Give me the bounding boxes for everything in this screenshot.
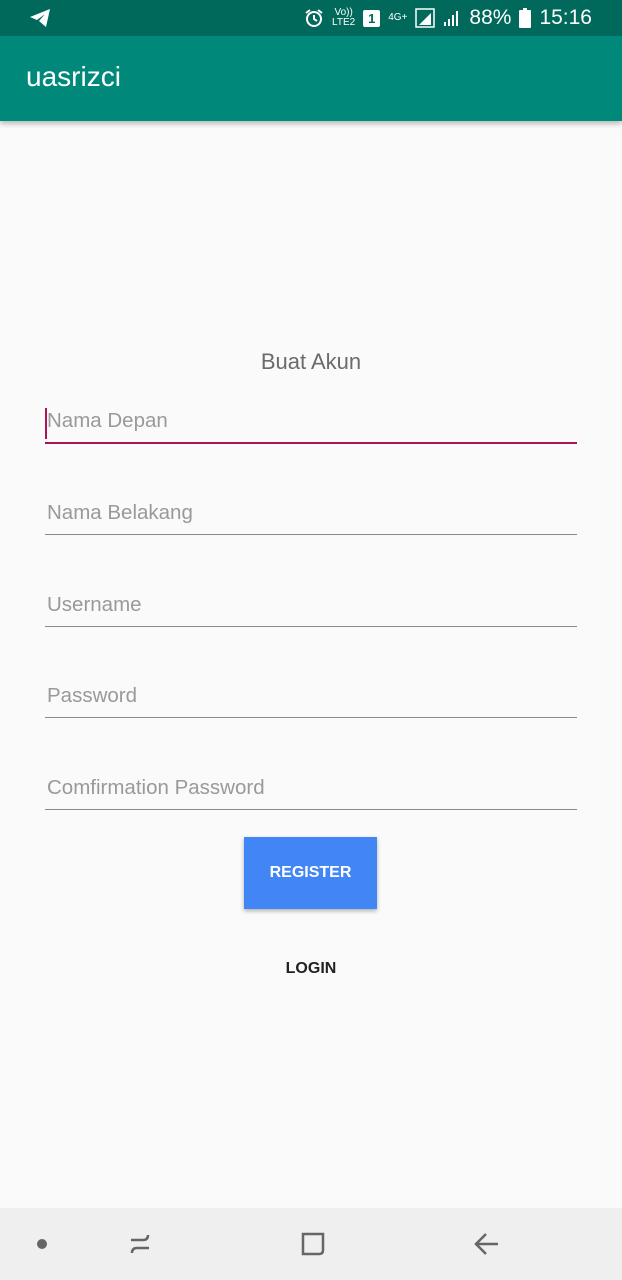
register-button[interactable]: REGISTER — [244, 837, 377, 909]
volte-indicator: Vo)) LTE2 — [332, 7, 356, 28]
network-type-label: 4G+ — [388, 12, 408, 23]
status-bar: Vo)) LTE2 1 4G+ 88% 15:16 — [0, 0, 622, 36]
back-icon[interactable] — [461, 1208, 513, 1280]
recent-apps-icon[interactable] — [114, 1208, 166, 1280]
clock: 15:16 — [539, 6, 592, 29]
signal-icon-2 — [443, 9, 461, 27]
battery-percent: 88% — [469, 6, 512, 29]
first-name-field[interactable] — [45, 400, 577, 444]
login-button[interactable]: LOGIN — [236, 945, 386, 993]
telegram-icon — [28, 8, 52, 28]
form-title: Buat Akun — [260, 349, 362, 374]
battery-icon — [519, 8, 532, 28]
text-cursor — [45, 408, 47, 439]
username-field[interactable] — [45, 583, 577, 627]
app-bar: uasrizci — [0, 36, 622, 121]
status-icons: Vo)) LTE2 1 4G+ 88% 15:16 — [304, 0, 592, 36]
app-title: uasrizci — [26, 61, 121, 92]
home-icon[interactable] — [287, 1208, 339, 1280]
alarm-icon — [304, 8, 324, 28]
password-field[interactable] — [45, 674, 577, 718]
signal-icon — [415, 8, 436, 28]
sim-badge: 1 — [363, 9, 381, 27]
dot-icon[interactable] — [30, 1208, 54, 1280]
confirm-password-field[interactable] — [45, 766, 577, 810]
navigation-bar — [0, 1208, 622, 1280]
last-name-field[interactable] — [45, 491, 577, 535]
